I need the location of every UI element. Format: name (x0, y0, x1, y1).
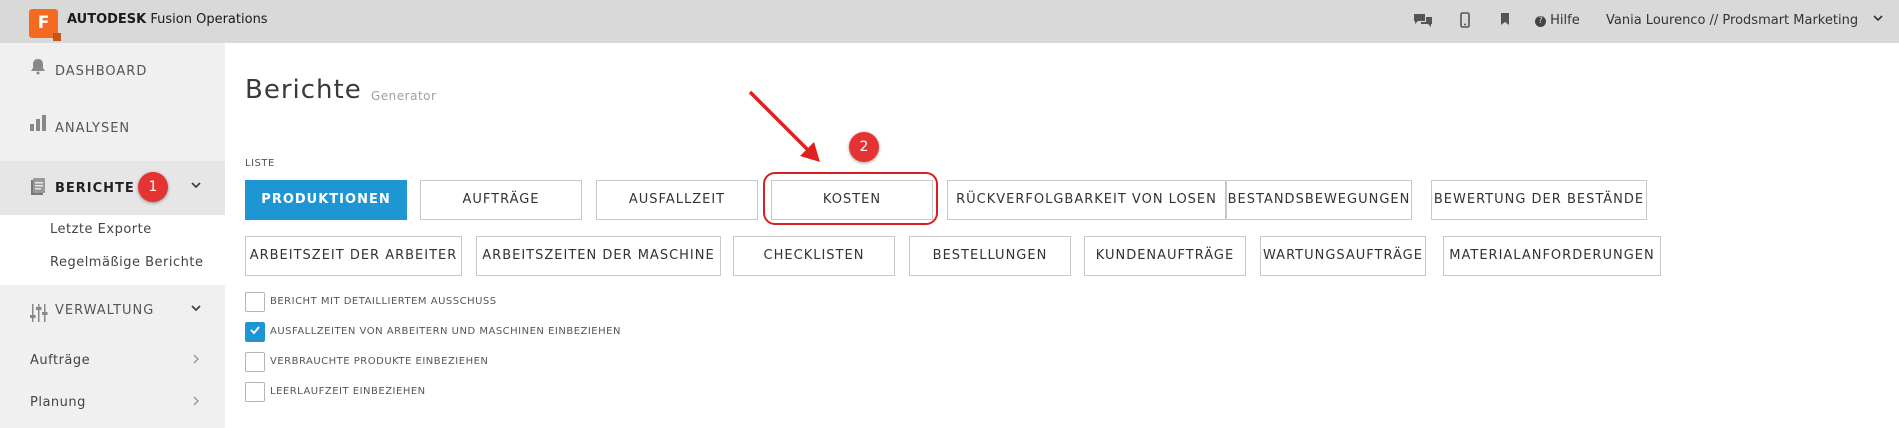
report-button-bestandsbewegungen[interactable]: BESTANDSBEWEGUNGEN (1226, 180, 1412, 220)
sidebar-item-analysen[interactable]: ANALYSEN (0, 96, 225, 151)
option-include-downtime[interactable]: AUSFALLZEITEN VON ARBEITERN UND MASCHINE… (245, 322, 845, 342)
sidebar-item-label: Planung (30, 395, 86, 410)
checkbox[interactable] (245, 382, 265, 402)
annotation-arrow-icon (748, 90, 820, 162)
question-circle-icon: ? (1535, 16, 1546, 27)
option-detailed-scrap[interactable]: BERICHT MIT DETAILLIERTEM AUSSCHUSS (245, 292, 745, 312)
kosten-highlight-outline (763, 172, 938, 225)
checkbox-label: AUSFALLZEITEN VON ARBEITERN UND MASCHINE… (270, 326, 621, 337)
report-button-bewertung-der-bestaende[interactable]: BEWERTUNG DER BESTÄNDE (1431, 180, 1647, 220)
checkbox[interactable] (245, 352, 265, 372)
sidebar-item-verwaltung[interactable]: VERWALTUNG (0, 293, 225, 343)
chevron-right-icon (192, 395, 200, 411)
sliders-icon (29, 302, 49, 329)
bell-icon (29, 57, 47, 80)
report-button-wartungsauftraege[interactable]: WARTUNGSAUFTRÄGE (1260, 236, 1426, 276)
checkbox[interactable] (245, 292, 265, 312)
help-link[interactable]: ? Hilfe (1535, 13, 1580, 28)
chevron-down-icon[interactable] (190, 179, 202, 195)
report-button-kundenauftraege[interactable]: KUNDENAUFTRÄGE (1084, 236, 1246, 276)
sidebar-item-label: DASHBOARD (55, 64, 148, 79)
sidebar-item-label: ANALYSEN (55, 121, 131, 136)
sidebar-item-label: Aufträge (30, 353, 91, 368)
report-button-bestellungen[interactable]: BESTELLUNGEN (909, 236, 1071, 276)
bookmark-icon[interactable] (1500, 12, 1510, 30)
report-button-checklisten[interactable]: CHECKLISTEN (733, 236, 895, 276)
chevron-right-icon (192, 353, 200, 369)
report-button-arbeitszeit-der-arbeiter[interactable]: ARBEITSZEIT DER ARBEITER (245, 236, 462, 276)
page-subtitle: Generator (371, 89, 437, 103)
checkmark-icon (250, 326, 260, 335)
sidebar-subitem-regelmaessige-berichte[interactable]: Regelmäßige Berichte (50, 255, 203, 270)
report-button-rueckverfolgbarkeit[interactable]: RÜCKVERFOLGBARKEIT VON LOSEN (947, 180, 1226, 220)
brand-name: AUTODESK Fusion Operations (67, 12, 268, 27)
sidebar-item-berichte[interactable]: BERICHTE (0, 161, 225, 215)
sidebar-item-planung[interactable]: Planung (0, 385, 225, 425)
sidebar: DASHBOARD ANALYSEN BERICHTE Letzte Expor… (0, 43, 225, 428)
autodesk-logo[interactable]: F (29, 9, 61, 41)
chevron-down-icon[interactable] (190, 302, 202, 318)
report-button-arbeitszeiten-der-maschine[interactable]: ARBEITSZEITEN DER MASCHINE (476, 236, 721, 276)
mobile-icon[interactable] (1460, 12, 1470, 32)
chat-icon[interactable] (1413, 12, 1433, 32)
checkbox-label: LEERLAUFZEIT EINBEZIEHEN (270, 386, 426, 397)
user-account-menu[interactable]: Vania Lourenco // Prodsmart Marketing (1606, 13, 1858, 28)
list-section-label: LISTE (245, 158, 275, 169)
annotation-badge-1: 1 (138, 172, 168, 202)
checkbox-label: BERICHT MIT DETAILLIERTEM AUSSCHUSS (270, 296, 497, 307)
sidebar-item-label: VERWALTUNG (55, 303, 155, 318)
sidebar-item-dashboard[interactable]: DASHBOARD (0, 43, 225, 93)
option-consumed-products[interactable]: VERBRAUCHTE PRODUKTE EINBEZIEHEN (245, 352, 745, 372)
checkbox-checked[interactable] (245, 322, 265, 342)
chevron-down-icon[interactable] (1872, 12, 1884, 28)
bar-chart-icon (29, 114, 47, 137)
checkbox-label: VERBRAUCHTE PRODUKTE EINBEZIEHEN (270, 356, 489, 367)
report-button-materialanforderungen[interactable]: MATERIALANFORDERUNGEN (1443, 236, 1661, 276)
top-bar: F AUTODESK Fusion Operations ? Hilfe Van… (0, 0, 1899, 43)
sidebar-item-label: BERICHTE (55, 181, 135, 196)
page-title: Berichte (245, 75, 362, 105)
sidebar-item-auftraege[interactable]: Aufträge (0, 343, 225, 383)
sidebar-subitem-letzte-exporte[interactable]: Letzte Exporte (50, 222, 152, 237)
annotation-badge-2: 2 (849, 132, 879, 162)
berichte-submenu: Letzte Exporte Regelmäßige Berichte (0, 215, 225, 285)
report-button-produktionen[interactable]: PRODUKTIONEN (245, 180, 407, 220)
report-button-auftraege[interactable]: AUFTRÄGE (420, 180, 582, 220)
report-button-ausfallzeit[interactable]: AUSFALLZEIT (596, 180, 758, 220)
document-icon (29, 178, 47, 201)
option-idle-time[interactable]: LEERLAUFZEIT EINBEZIEHEN (245, 382, 745, 402)
